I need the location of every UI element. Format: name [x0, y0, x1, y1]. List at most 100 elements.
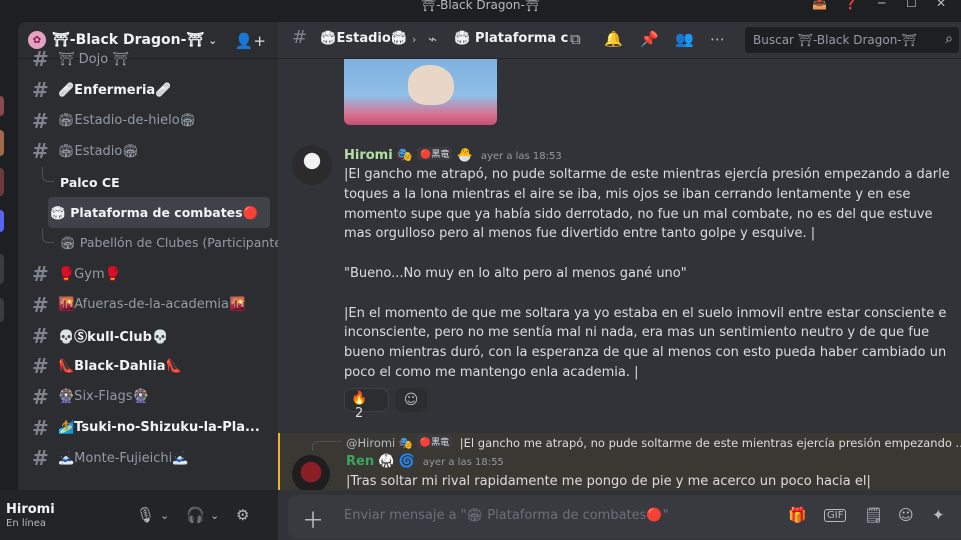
timestamp: ayer a las 18:55: [422, 457, 504, 468]
sidebar-thread[interactable]: Palco CE: [18, 166, 278, 198]
threads-icon[interactable]: ⧉: [570, 30, 581, 48]
channel-label: Palco CE: [60, 174, 120, 190]
members-icon[interactable]: 👥: [675, 30, 694, 48]
add-reaction-button[interactable]: ☺: [395, 388, 427, 412]
chevron-right-icon: ›: [412, 33, 417, 46]
add-attachment-icon[interactable]: ＋: [302, 503, 324, 535]
sidebar-channel[interactable]: # 🥊Gym🥊: [18, 259, 278, 290]
hash-icon: #: [292, 27, 308, 48]
apps-icon[interactable]: ✦: [932, 506, 945, 524]
server-icon[interactable]: [0, 254, 4, 284]
emoji-icon[interactable]: ☺: [898, 506, 914, 524]
channel-label: 🎡Six-Flags🎡: [58, 389, 149, 405]
channel-label: 🏟 Pabellón de Clubes (Participante...: [60, 235, 278, 251]
more-icon[interactable]: ⋯: [710, 30, 725, 48]
reaction-count: 2: [355, 406, 364, 421]
role-tag: 🔴黑竜: [417, 147, 453, 160]
thread-connector: [42, 228, 54, 244]
hash-icon: #: [32, 446, 49, 471]
server-icon[interactable]: [0, 168, 4, 196]
message-header: Ren 🥋 🌀 ayer a las 18:55: [346, 454, 504, 469]
help-icon[interactable]: ❓: [843, 0, 858, 10]
sidebar-channel[interactable]: # 🩹Enfermeria🩹: [18, 75, 278, 106]
channel-label: 🏟Estadio-de-hielo🏟: [58, 113, 197, 129]
server-icon[interactable]: [0, 130, 4, 156]
avatar[interactable]: [292, 455, 330, 490]
server-icon[interactable]: [0, 96, 4, 116]
sidebar-thread[interactable]: 🏟 Pabellón de Clubes (Participante...: [18, 228, 278, 259]
sidebar-channel[interactable]: # 🎡Six-Flags🎡: [18, 382, 278, 413]
hash-icon: #: [32, 292, 49, 317]
sidebar-channel[interactable]: # 🏟Estadio-de-hielo🏟: [18, 105, 278, 136]
sidebar-channel[interactable]: # 🌇Afueras-de-la-academia🌇: [18, 290, 278, 321]
hash-icon: #: [32, 354, 49, 379]
sidebar-thread-selected[interactable]: 🏟 Plataforma de combates🔴: [48, 197, 270, 229]
message-list: Hiromi 🎭 🔴黑竜 🐣 ayer a las 18:53 |El ganc…: [278, 59, 961, 490]
message-paragraph: |El gancho me atrapó, no pude soltarme d…: [344, 167, 950, 242]
hash-icon: #: [32, 47, 49, 72]
gif-icon[interactable]: GIF: [824, 509, 847, 522]
server-icon[interactable]: [0, 298, 4, 322]
user-name: Hiromi: [6, 502, 55, 517]
headphones-icon[interactable]: 🎧: [186, 506, 205, 524]
hash-icon: #: [32, 262, 49, 287]
chevron-down-icon[interactable]: ⌄: [160, 509, 169, 522]
message-highlighted: @Hiromi 🎭 🔴黑竜 |El gancho me atrapó, no p…: [278, 433, 961, 490]
sidebar-channel[interactable]: # 🏄Tsuki-no-Shizuku-la-Pla...: [18, 412, 278, 443]
sidebar-channel[interactable]: # 🗻Monte-Fujieichi🗻: [18, 443, 278, 474]
hash-icon: #: [32, 415, 49, 440]
minimize-button[interactable]: ─: [878, 0, 885, 10]
maximize-button[interactable]: ☐: [906, 0, 917, 10]
settings-gear-icon[interactable]: ⚙: [236, 506, 249, 524]
close-button[interactable]: ✕: [936, 0, 946, 10]
breadcrumb-channel[interactable]: 🏟Estadio🏟: [320, 31, 407, 46]
message-input[interactable]: ＋ Enviar mensaje a "🏟 Plataforma de comb…: [288, 495, 961, 539]
channel-label: 💀Ⓢkull-Club💀: [58, 330, 169, 346]
channel-label: 🏟Estadio🏟: [58, 143, 139, 159]
sidebar-channel[interactable]: # 🏟Estadio🏟: [18, 136, 278, 167]
message-placeholder: Enviar mensaje a "🏟 Plataforma de combat…: [344, 508, 669, 523]
sticker-icon[interactable]: 🗒: [864, 506, 883, 524]
message-header: Hiromi 🎭 🔴黑竜 🐣 ayer a las 18:53: [344, 147, 562, 163]
reply-author[interactable]: @Hiromi: [346, 436, 395, 450]
author-name[interactable]: Hiromi: [344, 148, 393, 163]
reply-preview[interactable]: @Hiromi 🎭 🔴黑竜 |El gancho me atrapó, no p…: [346, 435, 961, 450]
hash-icon: #: [32, 78, 49, 103]
inbox-icon[interactable]: 📥: [812, 0, 827, 10]
swirl-icon: 🌀: [398, 454, 415, 469]
bell-icon[interactable]: 🔔: [604, 30, 623, 48]
microphone-icon[interactable]: 🎙: [136, 506, 155, 524]
breadcrumb-thread[interactable]: 🏟 Plataforma c: [454, 31, 568, 46]
search-icon: ⌕: [945, 31, 953, 47]
search-input[interactable]: Buscar ⛩-Black Dragon-⛩ ⌕: [745, 27, 959, 53]
reply-connector: [312, 441, 342, 451]
message-content: |El gancho me atrapó, no pude soltarme d…: [344, 165, 954, 383]
hash-icon: #: [32, 384, 49, 409]
message-paragraph: "Bueno...No muy en lo alto pero al menos…: [344, 265, 687, 281]
attached-image[interactable]: [344, 59, 497, 125]
sidebar-channel[interactable]: # 👠Black-Dahlia👠: [18, 351, 278, 382]
chick-icon: 🐣: [456, 148, 473, 163]
pin-icon[interactable]: 📌: [640, 30, 659, 48]
title-bar: ⛩-Black Dragon-⛩ 📥 ❓ ─ ☐ ✕: [0, 0, 961, 22]
hash-icon: #: [32, 139, 49, 164]
sidebar-channel[interactable]: # 💀Ⓢkull-Club💀: [18, 320, 278, 351]
badge-icon: 🎭: [398, 436, 414, 450]
thread-connector: [42, 166, 54, 182]
channel-label: 🌇Afueras-de-la-academia🌇: [58, 297, 246, 313]
thread-icon: ⌁: [428, 30, 438, 48]
fire-icon: 🔥: [351, 391, 368, 406]
avatar[interactable]: [292, 145, 332, 185]
chevron-down-icon[interactable]: ⌄: [210, 509, 219, 522]
hash-icon: #: [32, 108, 49, 133]
role-tag: 🔴黑竜: [416, 435, 453, 448]
server-icon[interactable]: [0, 210, 4, 232]
reaction-fire[interactable]: 🔥 2: [344, 388, 389, 421]
hash-icon: #: [32, 323, 49, 348]
sidebar-channel[interactable]: # ⛩ Dojo ⛩: [18, 44, 278, 75]
reply-text: |El gancho me atrapó, no pude soltarme d…: [459, 436, 961, 450]
author-name[interactable]: Ren: [346, 454, 374, 469]
channel-sidebar: ✿ ⛩-Black Dragon-⛩ ⌄ 👤+ # ⛩ Dojo ⛩ # 🩹Enfer…: [18, 22, 278, 490]
channel-label: 🥊Gym🥊: [58, 266, 121, 282]
gift-icon[interactable]: 🎁: [788, 506, 807, 524]
